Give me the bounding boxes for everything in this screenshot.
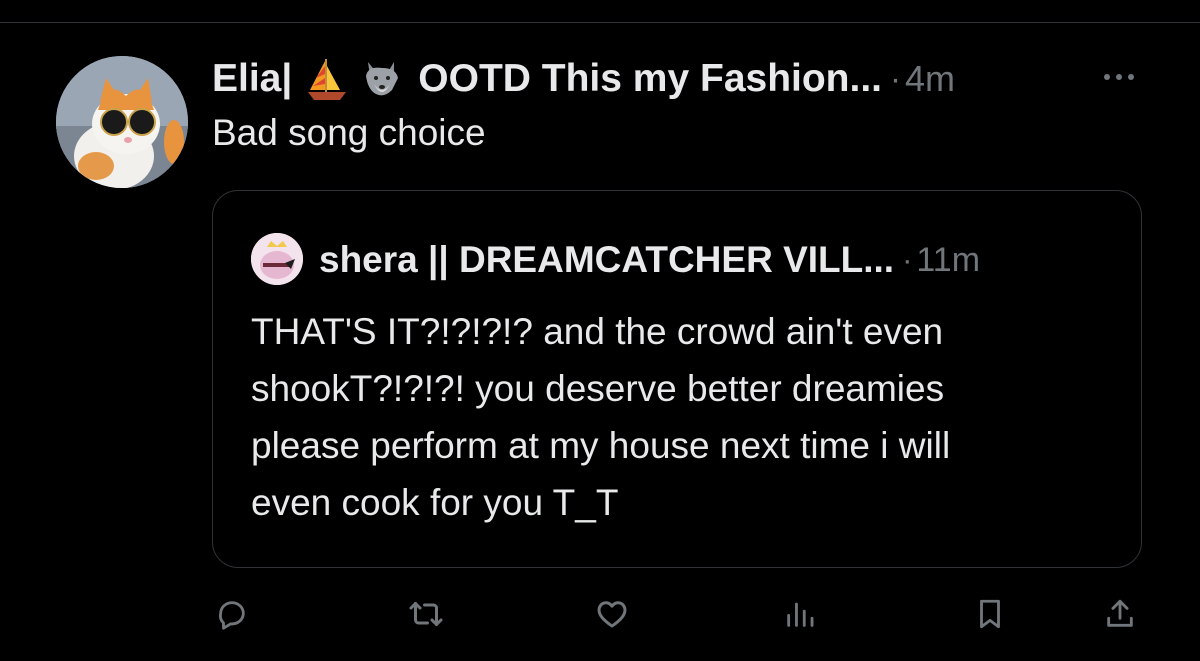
author-name-suffix[interactable]: OOTD This my Fashion... [418,57,882,101]
reply-icon[interactable] [208,590,256,638]
share-icon[interactable] [1096,590,1144,638]
avatar[interactable] [56,56,188,188]
quoted-text-line: please perform at my house next time i w… [251,425,951,466]
quoted-text: THAT'S IT?!?!?!? and the crowd ain't eve… [251,303,1121,531]
repost-icon[interactable] [402,590,450,638]
quoted-text-line: THAT'S IT?!?!?!? and the crowd ain't eve… [251,311,944,352]
quoted-text-line: even cook for you T_T [251,482,619,523]
quoted-post[interactable]: shera || DREAMCATCHER VILL... · 11m THAT… [212,190,1142,568]
divider [0,22,1200,23]
separator-dot: · [902,242,913,277]
quoted-time[interactable]: 11m [916,241,980,280]
quoted-text-line: shookT?!?!?! you deserve better dreamies [251,368,945,409]
quoted-header: shera || DREAMCATCHER VILL... · 11m [319,237,980,283]
quoted-author-name[interactable]: shera || DREAMCATCHER VILL... [319,239,894,281]
bookmark-icon[interactable] [966,590,1014,638]
post-time[interactable]: 4m [905,58,955,100]
post-header: Elia| OOTD This my Fashion... · 4m [212,54,955,104]
post-text: Bad song choice [212,112,486,153]
author-name[interactable]: Elia| [212,57,292,101]
more-options-icon[interactable] [1094,62,1144,92]
like-icon[interactable] [588,590,636,638]
separator-dot: · [890,60,902,97]
quoted-avatar[interactable] [251,233,303,285]
views-icon[interactable] [776,590,824,638]
action-bar [0,590,1200,640]
wolf-emoji [358,56,404,102]
sailboat-emoji [304,56,350,102]
